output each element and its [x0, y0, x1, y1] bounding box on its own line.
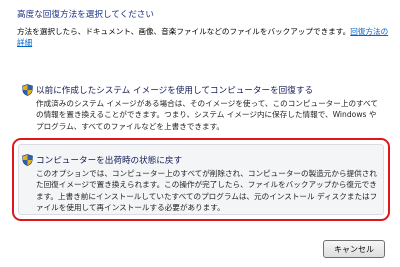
option-description: 作成済みのシステム イメージがある場合は、そのイメージを使って、このコンピュータ… [36, 99, 378, 131]
page-heading: 高度な回復方法を選択してください [17, 10, 154, 20]
intro-text: 方法を選択したら、ドキュメント、画像、音楽ファイルなどのファイルをバックアップで… [17, 26, 389, 48]
option-title[interactable]: 以前に作成したシステム イメージを使用してコンピューターを回復する [36, 84, 313, 96]
uac-shield-icon [22, 154, 33, 166]
uac-shield-icon [22, 84, 33, 96]
intro-description: 方法を選択したら、ドキュメント、画像、音楽ファイルなどのファイルをバックアップで… [17, 27, 351, 36]
option-description: このオプションでは、コンピューター上のすべてが削除され、コンピューターの製造元か… [36, 169, 378, 212]
option-title[interactable]: コンピューターを出荷時の状態に戻す [36, 154, 182, 166]
cancel-button[interactable]: キャンセル [323, 240, 385, 258]
